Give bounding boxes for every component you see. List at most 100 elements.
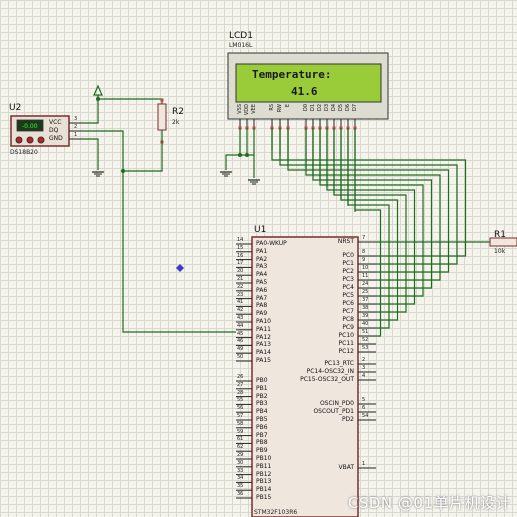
mcu-pin-number: 40 [362,321,369,327]
mcu-pin-pb4: PB4 [256,408,268,416]
mcu-pin-pc0: PC0 [342,252,354,259]
mcu-pin-number: 49 [237,346,244,353]
mcu-pin-pc3: PC3 [342,276,354,283]
mcu-pin-number: 20 [237,268,244,275]
mcu-pin-number: 24 [362,281,369,287]
mcu-pin-number: 62 [237,444,244,451]
mcu-pin-oscin-pd0: OSCIN_PD0 [319,400,354,407]
mcu-pin-number: 16 [237,252,244,259]
mcu-pin-pa9: PA9 [256,310,268,318]
mcu-pin-pc1: PC1 [342,260,354,267]
mcu-pin-pb10: PB10 [256,455,272,462]
mcu-pin-number: 4 [362,373,366,379]
mcu-pin-number: 59 [237,428,244,435]
mcu-part-label: STM32F103R6 [254,509,298,516]
mcu-pin-pa3: PA3 [256,263,268,271]
mcu-pin-number: 50 [237,354,244,360]
sensor-button [37,136,45,144]
mcu-pin-pc15-osc32-out: PC15-OSC32_OUT [300,376,354,383]
mcu-pin-pa0-wkup: PA0-WKUP [256,240,287,247]
pin-terminal [160,98,164,102]
mcu-pin-pc8: PC8 [342,316,354,323]
sensor-ref-label: U2 [9,103,22,113]
mcu-pin-number: 35 [237,483,244,490]
mcu-pin-number: 61 [237,436,244,443]
dq-pullup-wire [123,130,163,172]
lcd-pin-vee: VEE [251,104,257,114]
r2-value-label: 2k [172,119,180,126]
mcu-pin-number: 17 [237,260,244,267]
sensor-button [26,136,34,144]
mcu-pin-vbat: VBAT [338,464,354,471]
mcu-pin-number: 56 [237,405,244,412]
mcu-pin-number: 21 [237,276,244,282]
mcu-pin-number: 27 [237,381,244,388]
mcu-pin-number: 15 [237,244,244,251]
mcu-pin-number: 42 [237,307,244,314]
mcu-pin-number: 39 [362,313,369,319]
mcu-pin-pc14-osc32-in: PC14-OSC32_IN [306,368,354,375]
mcu-pin-pa11: PA11 [256,325,271,333]
mcu-pin-pb6: PB6 [256,423,268,431]
lcd-pin-d4: D4 [331,104,337,112]
mcu-pin-pb9: PB9 [256,447,268,455]
junction-dot [245,153,249,157]
mcu-pin-number: 11 [362,273,369,279]
mcu-pin-number: 55 [237,397,244,404]
lcd-pin-vss: VSS [237,104,243,114]
mcu-pin-number: 14 [237,237,244,243]
lcd-pin-d5: D5 [338,104,344,112]
mcu-pin-pb5: PB5 [256,416,268,423]
sensor-pin-vcc: VCC [49,119,62,126]
mcu-pin-pb8: PB8 [256,439,268,447]
mcu-pin-pa5: PA5 [256,279,268,286]
mcu-pin-number: 30 [237,459,244,466]
mcu-pin-pa2: PA2 [256,255,268,263]
mcu-pin-pb14: PB14 [256,486,272,494]
mcu-pin-pa15: PA15 [256,357,271,364]
mcu-pin-pb1: PB1 [256,384,268,392]
mcu-pin-pb2: PB2 [256,392,268,400]
mcu-pin-pb13: PB13 [256,478,272,486]
mcu-pin-number: 2 [362,357,366,363]
probe-marker-icon [176,264,184,272]
mcu-pin-pa14: PA14 [256,349,271,357]
schematic-canvas[interactable]: LCD1 LM016L Temperature: 41.6 VSS VDD VEE R… [0,0,517,517]
sensor-display: -0.00 [22,123,38,130]
mcu-pin-pa1: PA1 [256,247,268,255]
lcd-ref-label: LCD1 [229,31,253,41]
mcu-pin-number: 46 [237,338,244,345]
mcu-pin-number: 6 [362,405,366,411]
mcu-ref-label: U1 [254,225,267,235]
lcd-pin-d1: D1 [310,104,316,112]
lcd-pin-e: E [285,104,291,108]
wire [225,154,240,170]
r1-value-label: 10k [494,248,506,255]
vcc-wire [97,95,163,104]
mcu-pin-pa8: PA8 [256,302,268,310]
mcu-pin-number: 8 [362,249,366,255]
mcu-pin-number: 25 [362,289,369,295]
sensor-part-label: DS18B20 [10,149,38,156]
lcd-pin-rs: RS [269,104,275,111]
mcu-pin-number: 54 [362,413,369,419]
mcu-pin-pa6: PA6 [256,286,268,294]
mcu-pin-number: 38 [362,305,369,311]
junction-dot [96,97,100,101]
sensor-pin-gnd: GND [49,135,63,142]
mcu-pin-number: 22 [237,283,244,290]
mcu-pin-oscout-pd1: OSCOUT_PD1 [313,408,354,415]
lcd-pin-d7: D7 [352,104,358,112]
sensor-pin-number: 1 [74,132,78,138]
mcu-pin-number: 36 [237,491,244,497]
lcd-pin-vdd: VDD [244,104,250,116]
mcu-pin-pd2: PD2 [341,416,354,423]
mcu-pin-pa12: PA12 [256,333,271,341]
dq-wire [84,130,236,333]
mcu-pin-number: 5 [362,397,366,403]
lcd-pin-d2: D2 [317,104,323,112]
r2-ref-label: R2 [172,107,184,117]
mcu-pin-pc4: PC4 [342,284,354,291]
mcu-pin-number: 7 [362,235,366,241]
mcu-pin-number: 58 [237,420,244,427]
